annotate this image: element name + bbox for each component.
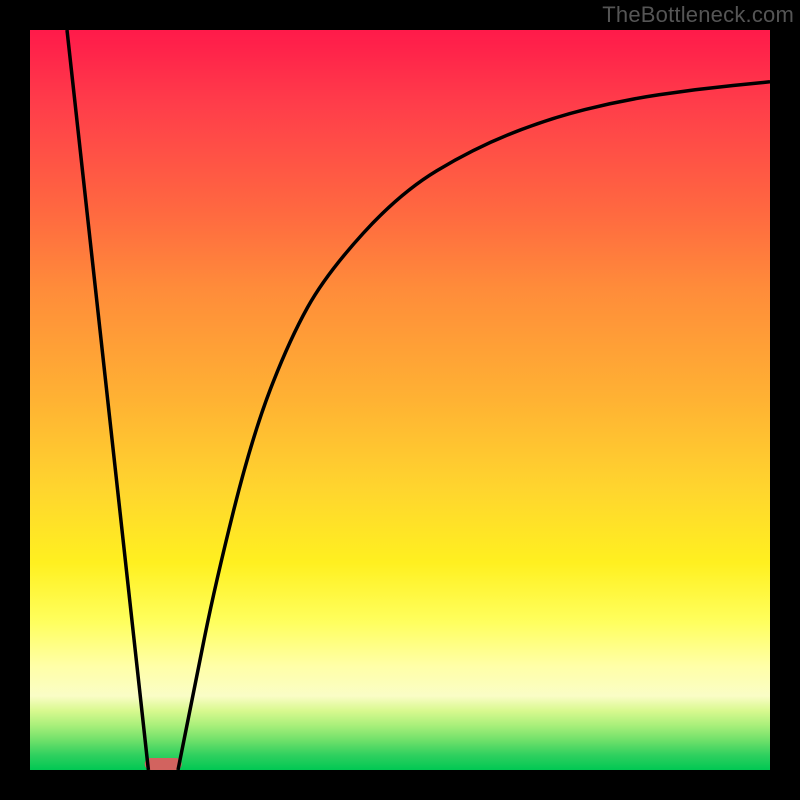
- curve-group: [67, 30, 770, 770]
- bottleneck-marker: [145, 758, 182, 770]
- watermark-text: TheBottleneck.com: [602, 2, 794, 28]
- left-slope-line: [67, 30, 148, 770]
- right-curve-line: [178, 82, 770, 770]
- plot-area: [30, 30, 770, 770]
- curve-svg: [30, 30, 770, 770]
- chart-frame: TheBottleneck.com: [0, 0, 800, 800]
